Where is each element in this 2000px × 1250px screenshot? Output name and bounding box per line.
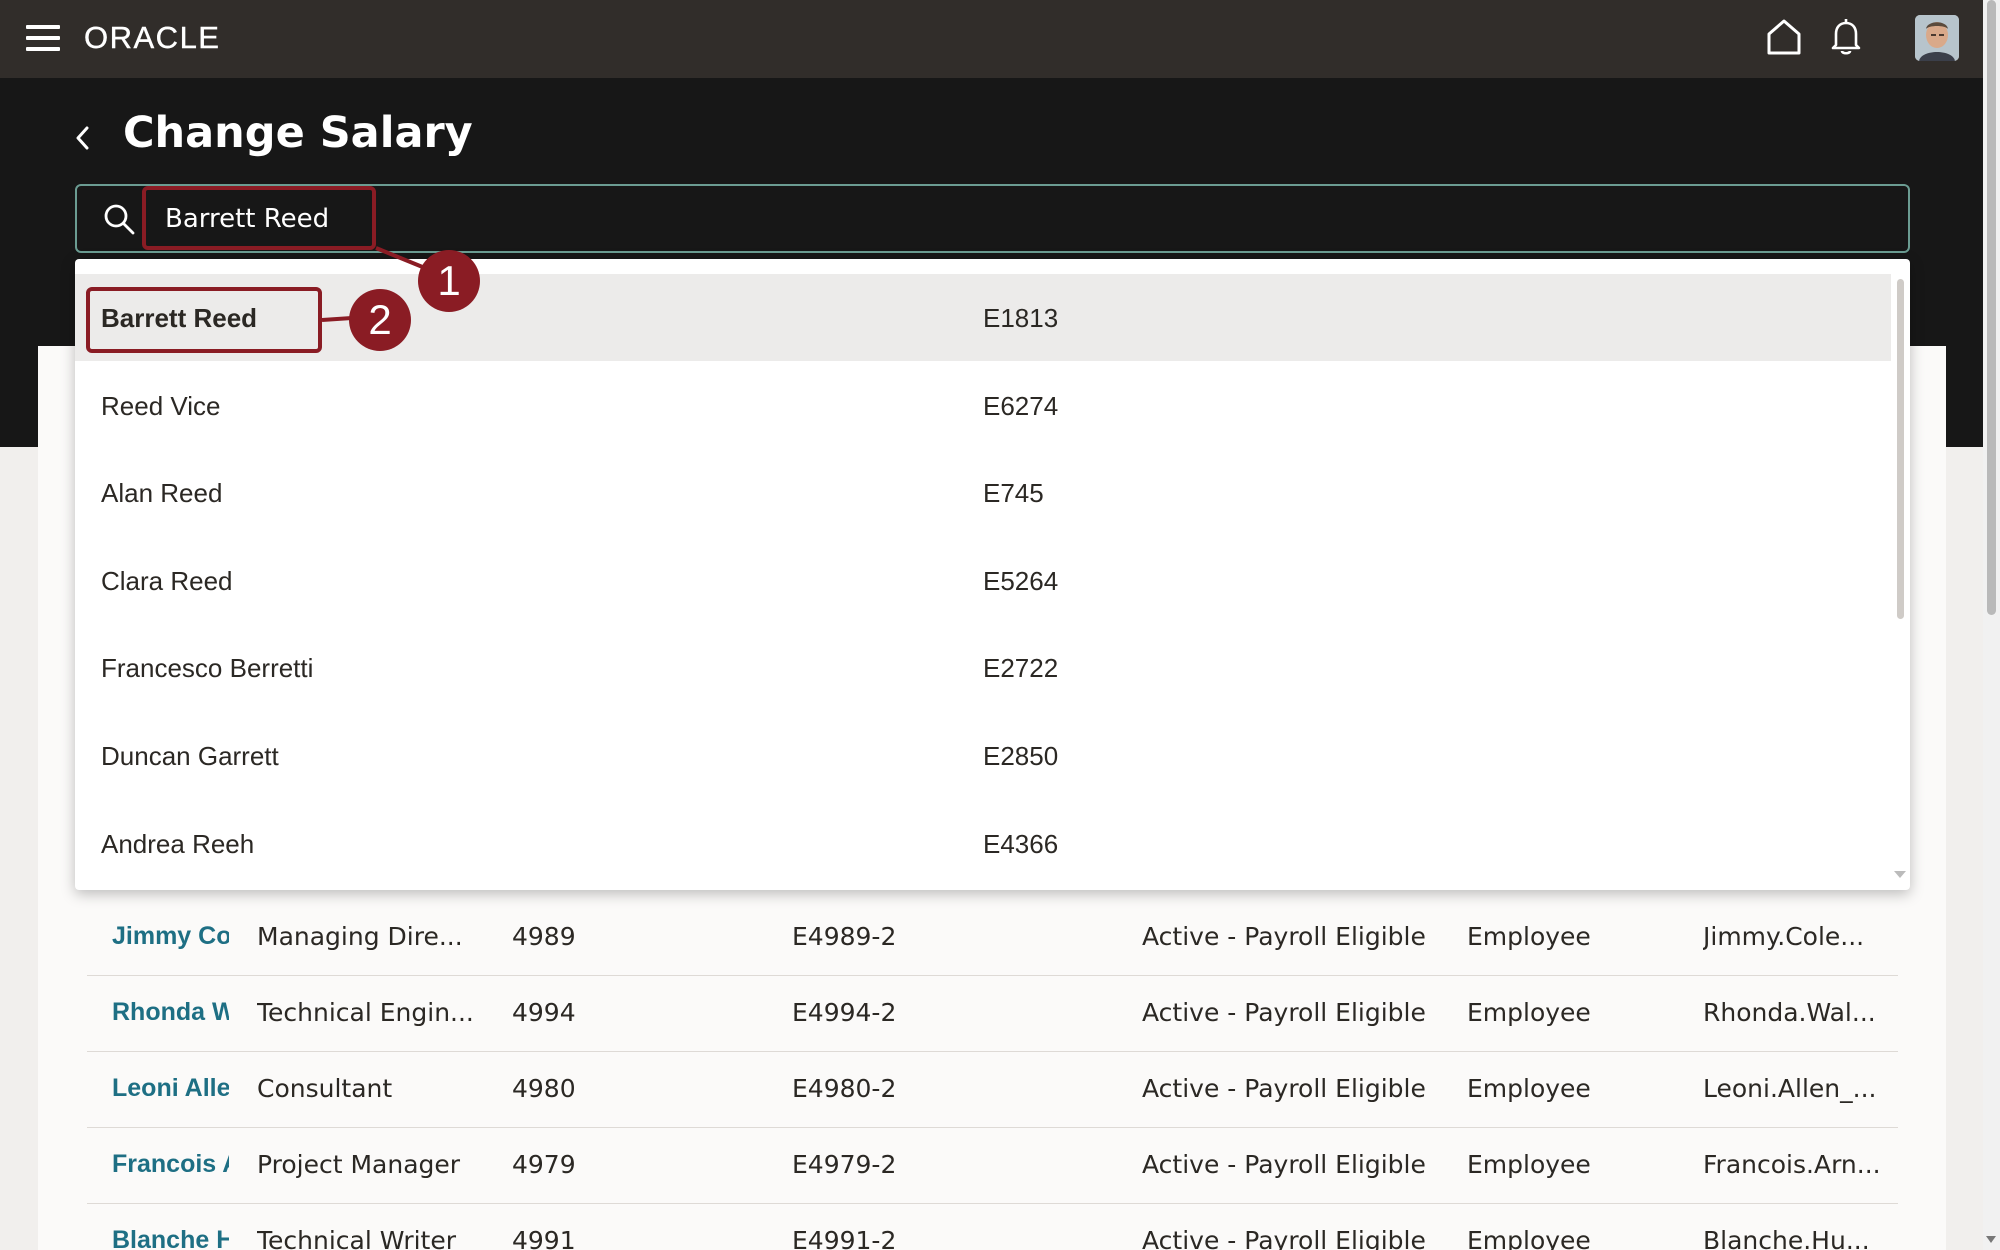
assignment-number-cell: E4980-2	[792, 1074, 897, 1103]
assignment-status-cell: Active - Payroll Eligible	[1142, 998, 1426, 1027]
assignment-status-cell: Active - Payroll Eligible	[1142, 1074, 1426, 1103]
page-title: Change Salary	[123, 108, 473, 158]
job-title-cell: Consultant	[257, 1074, 393, 1103]
dropdown-item[interactable]: Duncan Garrett E2850	[75, 712, 1891, 799]
person-number-cell: 4994	[512, 998, 576, 1027]
callout-badge-2: 2	[349, 289, 411, 351]
assignment-status-cell: Active - Payroll Eligible	[1142, 922, 1426, 951]
dropdown-item[interactable]: Alan Reed E745	[75, 449, 1891, 536]
dropdown-item-name: Duncan Garrett	[101, 741, 279, 771]
assignment-status-cell: Active - Payroll Eligible	[1142, 1150, 1426, 1179]
worker-type-cell: Employee	[1467, 922, 1591, 951]
dropdown-item[interactable]: Barrett Reed E1813	[75, 274, 1891, 361]
email-cell: Rhonda.Wal...	[1703, 998, 1876, 1027]
dropdown-item-person-number: E6274	[983, 390, 1059, 421]
person-number-cell: 4991	[512, 1226, 576, 1250]
dropdown-item-name: Francesco Berretti	[101, 653, 314, 684]
person-name-link[interactable]: Francois A	[112, 1150, 229, 1179]
dropdown-scroll-down-icon[interactable]	[1894, 871, 1906, 878]
table-row[interactable]: Blanche H Technical Writer 4991 E4991-2 Acti…	[87, 1204, 1898, 1250]
email-cell: Blanche.Hu...	[1703, 1226, 1870, 1250]
person-number-cell: 4989	[512, 922, 576, 951]
home-icon[interactable]	[1766, 18, 1802, 56]
user-avatar[interactable]	[1915, 15, 1959, 61]
dropdown-item-person-number: E745	[983, 478, 1044, 509]
dropdown-item-person-number: E4366	[983, 828, 1059, 859]
person-name-link[interactable]: Rhonda W	[112, 998, 229, 1027]
table-row[interactable]: Rhonda W Technical Engin... 4994 E4994-2 Act…	[87, 976, 1898, 1052]
chevron-left-icon[interactable]	[72, 122, 94, 154]
job-title-cell: Managing Dire...	[257, 922, 463, 951]
dropdown-item-name: Clara Reed	[101, 565, 233, 596]
person-name-link[interactable]: Leoni Alle	[112, 1074, 229, 1103]
dropdown-item-person-number: E2722	[983, 653, 1059, 684]
assignment-number-cell: E4979-2	[792, 1150, 897, 1179]
bell-icon[interactable]	[1828, 17, 1864, 57]
dropdown-item-person-number: E1813	[983, 303, 1059, 333]
top-app-bar: ORACLE	[0, 0, 1983, 78]
dropdown-item[interactable]: Andrea Reeh E4366	[75, 800, 1891, 887]
dropdown-item[interactable]: Francesco Berretti E2722	[75, 624, 1891, 711]
search-icon	[104, 204, 135, 235]
dropdown-item-person-number: E2850	[983, 741, 1059, 771]
search-input[interactable]	[157, 196, 1857, 242]
callout-badge-1: 1	[418, 250, 480, 312]
dropdown-item-name: Andrea Reeh	[101, 828, 255, 859]
callout-highlight-result	[86, 287, 322, 353]
email-cell: Leoni.Allen_...	[1703, 1074, 1877, 1103]
person-name-link[interactable]: Jimmy Col	[112, 922, 229, 951]
dropdown-item-name: Alan Reed	[101, 478, 223, 509]
dropdown-item[interactable]: Reed Vice E6274	[75, 362, 1891, 449]
oracle-logo[interactable]: ORACLE	[84, 20, 220, 56]
assignment-number-cell: E4989-2	[792, 922, 897, 951]
hamburger-menu-icon[interactable]	[26, 25, 60, 51]
callout-highlight-search	[142, 186, 376, 250]
search-results-dropdown: Barrett Reed E1813 Reed Vice E6274 Alan Reed…	[75, 259, 1910, 890]
dropdown-item[interactable]: Clara Reed E5264	[75, 537, 1891, 624]
window-scrollbar-thumb[interactable]	[1987, 0, 1996, 615]
email-cell: Jimmy.Cole...	[1703, 922, 1865, 951]
table-row[interactable]: Leoni Alle Consultant 4980 E4980-2 Active - …	[87, 1052, 1898, 1128]
table-row[interactable]: Jimmy Col Managing Dire... 4989 E4989-2 Acti…	[87, 900, 1898, 976]
window-scrollbar[interactable]	[1983, 0, 2000, 1250]
table-row[interactable]: Francois A Project Manager 4979 E4979-2 Acti…	[87, 1128, 1898, 1204]
worker-type-cell: Employee	[1467, 1150, 1591, 1179]
worker-type-cell: Employee	[1467, 1226, 1591, 1250]
assignment-number-cell: E4994-2	[792, 998, 897, 1027]
worker-type-cell: Employee	[1467, 1074, 1591, 1103]
email-cell: Francois.Arn...	[1703, 1150, 1881, 1179]
window-scroll-down-icon[interactable]	[1986, 1236, 1996, 1243]
dropdown-scrollbar[interactable]	[1897, 279, 1904, 619]
person-number-cell: 4980	[512, 1074, 576, 1103]
job-title-cell: Technical Writer	[257, 1226, 457, 1250]
job-title-cell: Project Manager	[257, 1150, 461, 1179]
dropdown-item-name: Reed Vice	[101, 390, 221, 421]
dropdown-item-person-number: E5264	[983, 565, 1059, 596]
assignment-number-cell: E4991-2	[792, 1226, 897, 1250]
job-title-cell: Technical Engin...	[257, 998, 474, 1027]
person-number-cell: 4979	[512, 1150, 576, 1179]
person-name-link[interactable]: Blanche H	[112, 1226, 229, 1250]
worker-type-cell: Employee	[1467, 998, 1591, 1027]
assignment-status-cell: Active - Payroll Eligible	[1142, 1226, 1426, 1250]
